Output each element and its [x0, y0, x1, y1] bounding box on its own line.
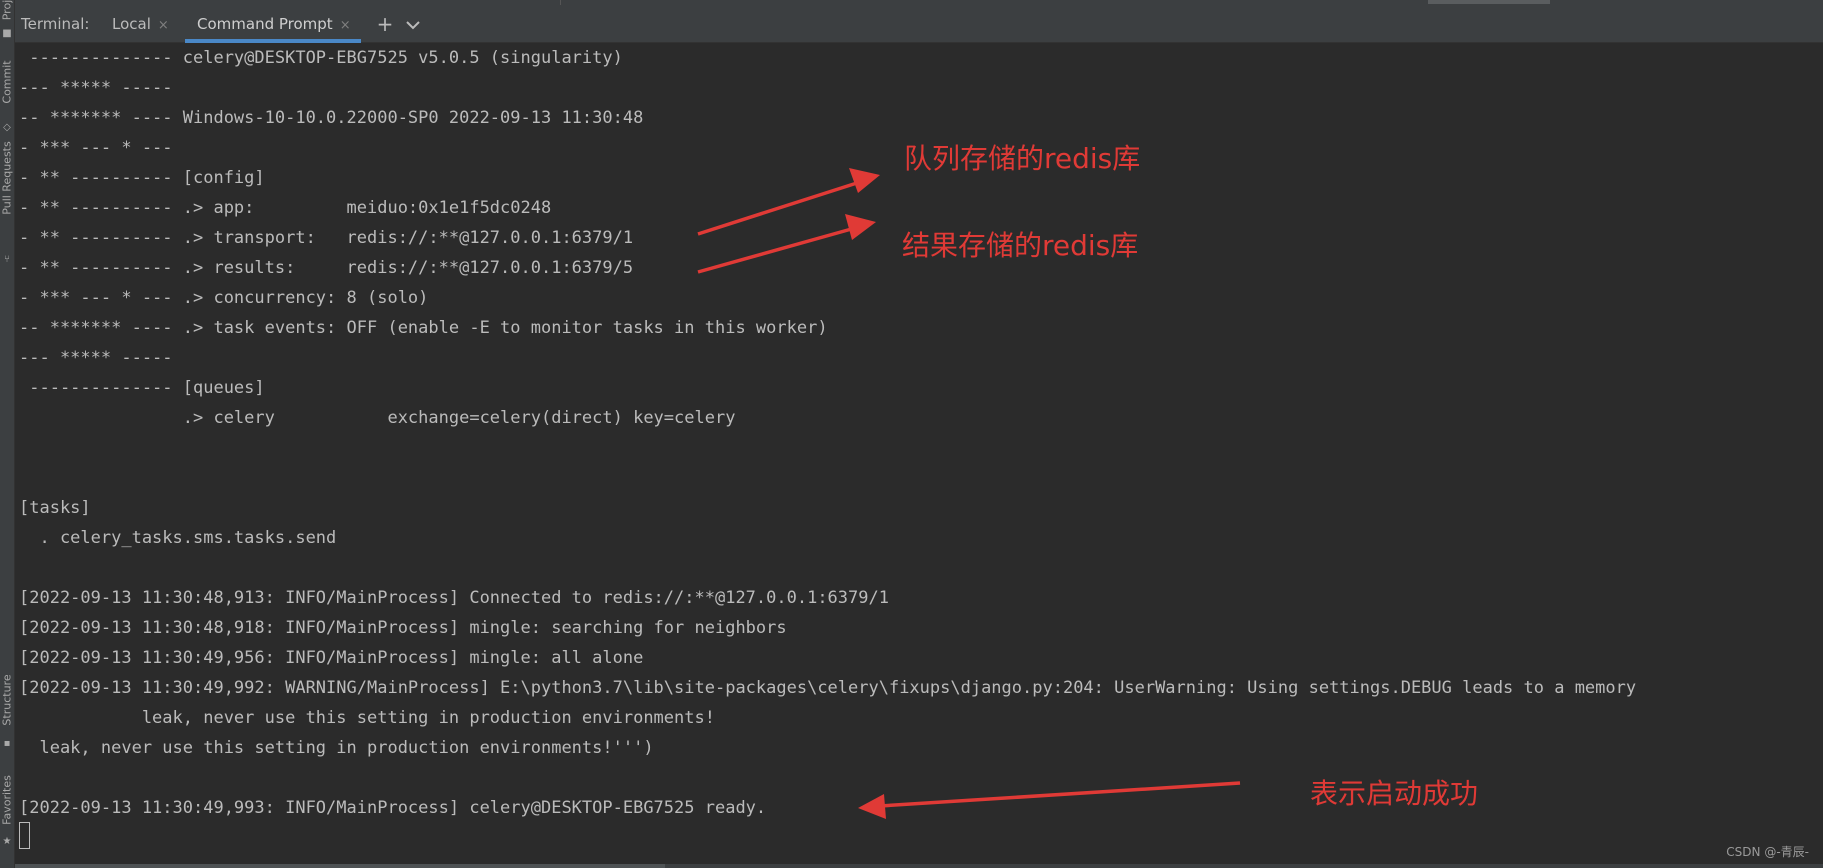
close-icon[interactable]: × [340, 18, 351, 33]
terminal-title: Terminal: [21, 15, 90, 33]
annotation-startup-success: 表示启动成功 [1310, 777, 1479, 810]
chevron-down-icon[interactable] [401, 5, 425, 43]
tab-local[interactable]: Local × [112, 5, 169, 43]
annotation-queue-redis: 队列存储的redis库 [904, 142, 1141, 175]
pull-request-icon: ⑂ [4, 254, 10, 265]
tool-window-sidebar: ■ Proj Commit ◇ Pull Requests ⑂ Structur… [0, 0, 15, 868]
terminal-line: - ** ---------- .> app: meiduo:0x1e1f5dc… [19, 198, 552, 218]
horizontal-scrollbar[interactable] [15, 864, 1823, 868]
tab-command-prompt[interactable]: Command Prompt × [185, 5, 361, 43]
sidebar-item-commit[interactable]: Commit [1, 60, 14, 103]
annotation-result-redis: 结果存储的redis库 [902, 229, 1139, 262]
sidebar-item-structure[interactable]: Structure [1, 674, 14, 725]
terminal-line: -- ******* ---- Windows-10-10.0.22000-SP… [19, 108, 644, 128]
commit-icon: ◇ [3, 122, 11, 133]
terminal-line: [tasks] [19, 498, 91, 518]
horizontal-scroll-thumb[interactable] [15, 864, 665, 868]
terminal-line: --- ***** ----- [19, 78, 173, 98]
terminal-tab-bar: Terminal: Local × Command Prompt × + [15, 5, 1823, 43]
terminal-line: -- ******* ---- .> task events: OFF (ena… [19, 318, 828, 338]
terminal-line: [2022-09-13 11:30:48,913: INFO/MainProce… [19, 588, 889, 608]
terminal-cursor [19, 822, 30, 849]
sidebar-item-favorites[interactable]: Favorites [1, 775, 14, 825]
terminal-line: leak, never use this setting in producti… [19, 738, 654, 758]
terminal-line: -------------- celery@DESKTOP-EBG7525 v5… [19, 48, 623, 68]
terminal-line: - *** --- * --- .> concurrency: 8 (solo) [19, 288, 429, 308]
close-icon[interactable]: × [158, 18, 169, 33]
add-tab-button[interactable]: + [373, 5, 397, 43]
terminal-line: . celery_tasks.sms.tasks.send [19, 528, 337, 548]
terminal-line: --- ***** ----- [19, 348, 173, 368]
terminal-line: leak, never use this setting in producti… [19, 708, 715, 728]
sidebar-item-project[interactable]: Proj [1, 0, 14, 20]
star-icon: ★ [2, 836, 12, 847]
terminal-line: .> celery exchange=celery(direct) key=ce… [19, 408, 736, 428]
structure-icon: ▪ [3, 738, 11, 749]
terminal-line: [2022-09-13 11:30:49,993: INFO/MainProce… [19, 798, 767, 818]
terminal-line: -------------- [queues] [19, 378, 265, 398]
tab-label: Local [112, 15, 151, 33]
terminal-line: [2022-09-13 11:30:49,992: WARNING/MainPr… [19, 678, 1637, 698]
project-icon: ■ [2, 28, 12, 39]
tab-label: Command Prompt [197, 15, 333, 33]
csdn-watermark: CSDN @-青辰- [1726, 845, 1809, 859]
terminal-line: [2022-09-13 11:30:49,956: INFO/MainProce… [19, 648, 644, 668]
top-scroll-thumb[interactable] [1428, 0, 1550, 4]
sidebar-item-pull-requests[interactable]: Pull Requests [1, 141, 14, 214]
terminal-line: [2022-09-13 11:30:48,918: INFO/MainProce… [19, 618, 787, 638]
